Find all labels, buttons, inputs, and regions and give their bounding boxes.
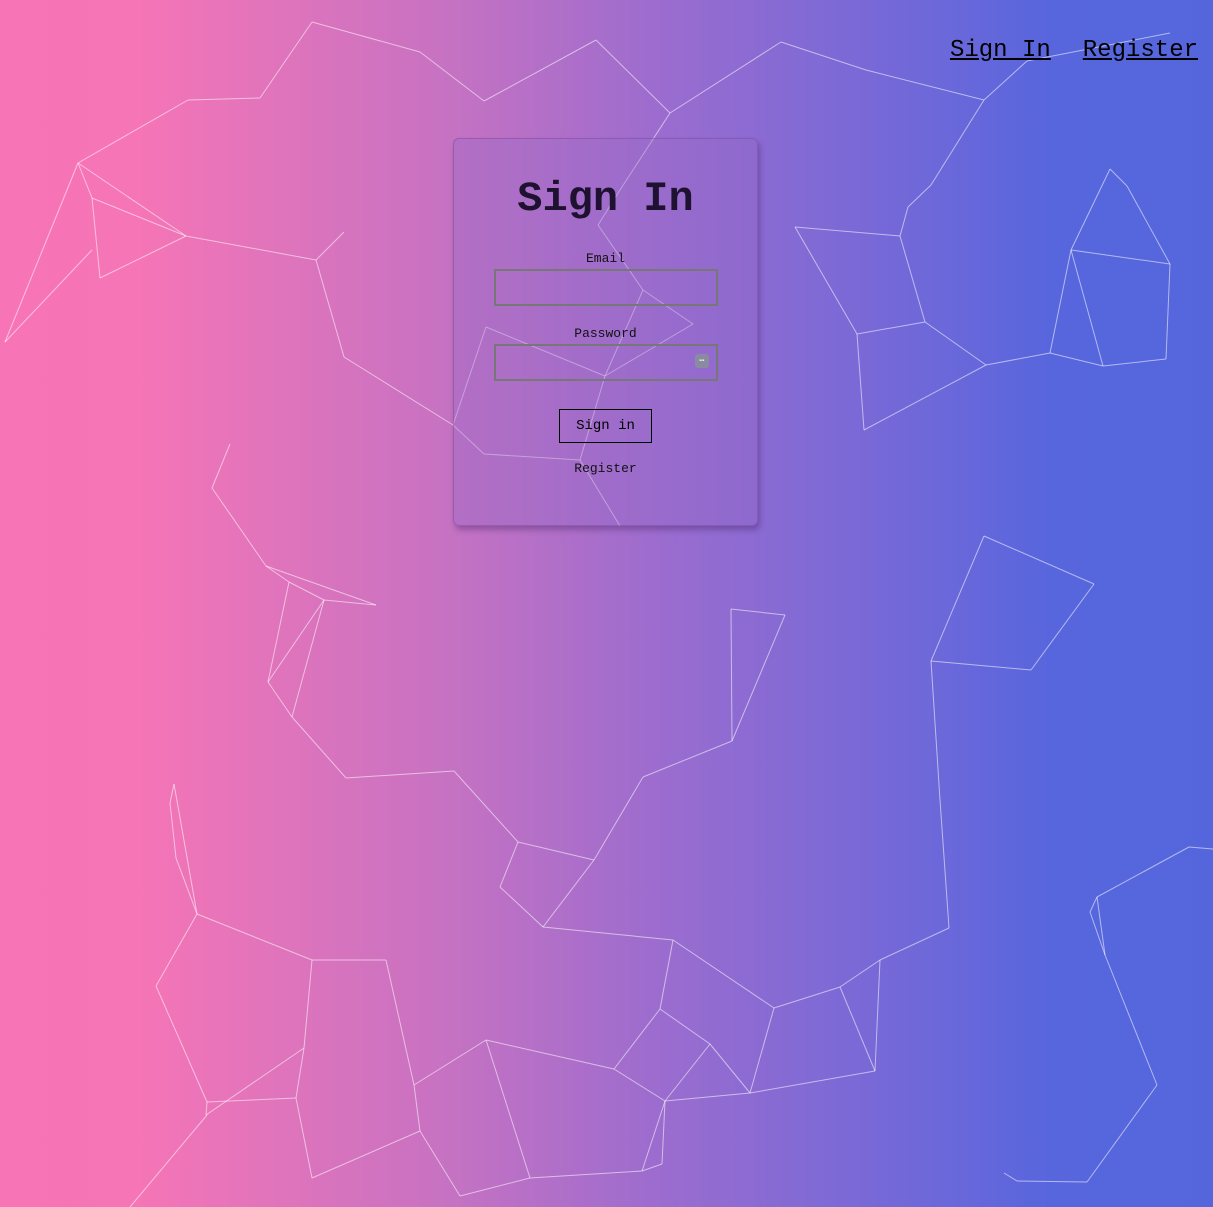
nav-sign-in-link[interactable]: Sign In (950, 37, 1051, 64)
password-field[interactable] (494, 344, 718, 381)
email-field[interactable] (494, 269, 718, 306)
register-link[interactable]: Register (454, 461, 757, 477)
sign-in-card: Sign In Email Password ⋯ Sign in Registe… (453, 138, 758, 526)
email-label: Email (585, 251, 625, 266)
password-label: Password (574, 326, 637, 341)
password-manager-icon[interactable]: ⋯ (695, 354, 709, 368)
top-nav: Sign In Register (950, 37, 1198, 64)
page-title: Sign In (517, 175, 694, 223)
sign-in-button[interactable]: Sign in (559, 409, 652, 443)
nav-register-link[interactable]: Register (1083, 37, 1198, 64)
